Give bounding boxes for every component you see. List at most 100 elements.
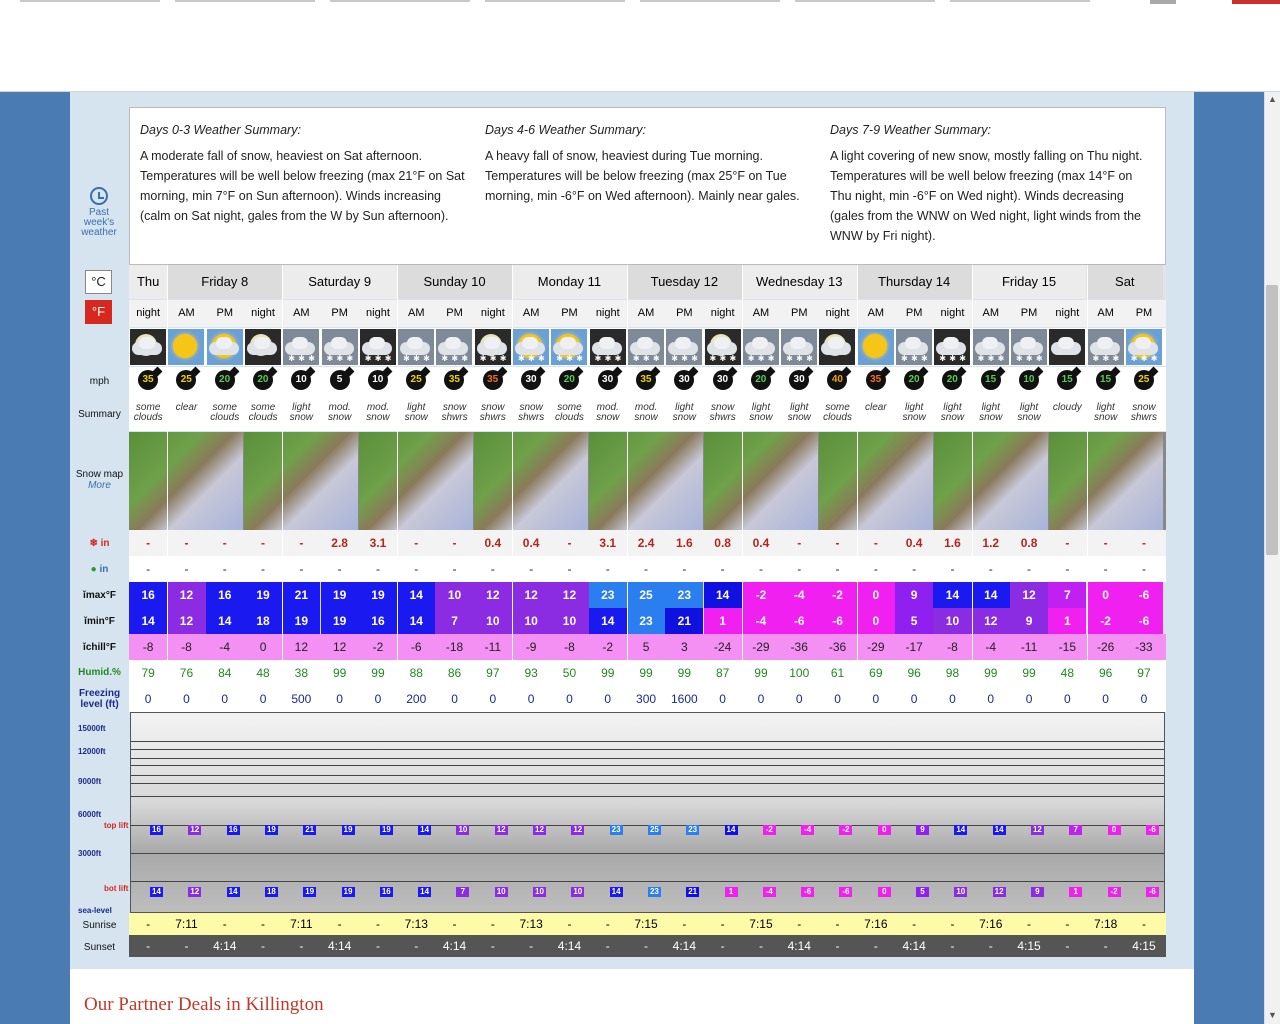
freezing-cell: 0	[1063, 692, 1071, 706]
snowflake-icon: ✱	[1035, 354, 1043, 363]
humidity-cell: 99	[984, 666, 998, 680]
cloud-shape	[828, 337, 845, 349]
snow-cloud-icon: ✱ ✱ ✱	[1010, 328, 1048, 366]
min-temp-cell: 21	[665, 608, 704, 634]
weather-summary-text: light snow	[672, 402, 697, 423]
sunrise-cell: -	[490, 917, 495, 931]
top-tab[interactable]	[950, 0, 1090, 2]
past-weather-link[interactable]: Past week's weather	[76, 187, 122, 238]
top-tab[interactable]	[795, 0, 935, 2]
scrollbar[interactable]	[1264, 92, 1280, 1024]
cloud-shape	[368, 337, 385, 349]
freezing-cell: 0	[1102, 692, 1109, 706]
weather-summary-text: snow shwrs	[1130, 402, 1157, 423]
freezing-cell: 0	[221, 692, 229, 706]
snowflake-icon: ✱	[1015, 354, 1023, 363]
snow-map-image[interactable]	[589, 432, 703, 530]
snowflake-icon: ✱	[642, 354, 650, 363]
weather-summary-text: light snow	[289, 402, 314, 423]
day-header[interactable]: Wednesday 13	[741, 265, 857, 299]
top-lift-temp: 19	[264, 825, 278, 835]
snow-map-image[interactable]	[704, 432, 818, 530]
max-temp-row: 16 12 16 19 21 19 19 14 10 12 12 12 23 25 23 14 -2 -4 -2 0 9…	[129, 582, 1166, 608]
wind-speed: 25	[176, 370, 197, 390]
top-tab[interactable]	[330, 0, 470, 2]
snowflake-icon: ✱	[729, 354, 737, 363]
scrollbar-thumb[interactable]	[1266, 285, 1278, 555]
snow-map-image[interactable]	[244, 432, 358, 530]
snow-map-image[interactable]	[819, 432, 933, 530]
day-header[interactable]: Friday 8	[167, 265, 283, 299]
bottom-lift-temp: -6	[839, 887, 853, 897]
min-temp-cell: 14	[129, 608, 168, 634]
wind-chill-cell: -2	[602, 640, 614, 654]
top-tab[interactable]	[485, 0, 625, 2]
sunrise-cell: 7:15	[634, 917, 658, 931]
min-temp-cell: 12	[167, 608, 206, 634]
cloud-shape	[751, 337, 768, 349]
sun-snow-icon: ✱ ✱ ✱	[512, 328, 550, 366]
snow-map-image[interactable]	[474, 432, 588, 530]
scroll-up-icon[interactable]: ▲	[1268, 94, 1277, 104]
snow-cloud-icon: ✱ ✱ ✱	[742, 328, 780, 366]
sunset-cell: 4:14	[327, 939, 352, 953]
snowflake-icon: ✱	[298, 354, 305, 363]
period-label: AM	[1097, 307, 1114, 319]
day-header[interactable]: Sat	[1086, 265, 1164, 299]
bottom-lift-temp: 14	[150, 887, 163, 897]
period-label: night	[940, 307, 965, 319]
summary-title: Days 0-3 Weather Summary:	[140, 123, 301, 137]
day-header[interactable]: Tuesday 12	[626, 265, 742, 299]
snow-map-image[interactable]	[359, 432, 473, 530]
top-lift-temp: 25	[647, 825, 661, 835]
top-tab[interactable]	[1150, 0, 1176, 4]
top-tab[interactable]	[640, 0, 780, 2]
snowflake-icon: ✱	[652, 354, 660, 363]
day-header[interactable]: Thursday 14	[856, 265, 972, 299]
snowflake-icon: ✱	[604, 354, 612, 363]
humidity-cell: 69	[869, 666, 883, 680]
snow-map-image[interactable]	[1049, 432, 1163, 530]
cloud-shape	[483, 337, 500, 349]
rain-cell: -	[912, 562, 917, 576]
height-label: top lift	[104, 821, 129, 830]
day-header[interactable]: Saturday 9	[282, 265, 398, 299]
rain-cell: -	[835, 562, 840, 576]
day-header[interactable]: Monday 11	[512, 265, 627, 299]
humidity-cell: 99	[1022, 666, 1036, 680]
top-lift-temp: 14	[992, 825, 1006, 835]
day-header[interactable]: Sunday 10	[397, 265, 512, 299]
day-header[interactable]: Thu	[129, 265, 168, 299]
snowflake-icon: ✱	[423, 354, 430, 363]
snow-map-image[interactable]	[129, 432, 243, 530]
weather-summary-text: some clouds	[133, 402, 163, 423]
snowflake-icon: ✱	[413, 354, 420, 363]
freezing-cell: 0	[183, 692, 190, 706]
wind-chill-cell: -9	[525, 640, 537, 654]
freezing-cell: 200	[406, 692, 427, 706]
top-tab[interactable]	[20, 0, 160, 2]
height-label: 9000ft	[78, 777, 102, 786]
snowflake-icon: ✱	[451, 354, 459, 363]
wind-cell: 30	[512, 366, 550, 397]
period-label: AM	[867, 307, 885, 319]
snowflake-icon: ✱	[1112, 354, 1120, 363]
bottom-lift-temp: -4	[762, 887, 776, 897]
sunrise-cell: 7:13	[404, 917, 428, 931]
snow-cell: 3.1	[369, 536, 387, 550]
summary-text: A heavy fall of snow, heaviest during Tu…	[485, 149, 800, 203]
weather-summary-text: mod. snow	[327, 402, 352, 423]
snowmap-more-link[interactable]: More	[72, 480, 127, 491]
max-temp-cell: 23	[665, 582, 704, 608]
scroll-down-icon[interactable]: ▼	[1268, 1010, 1277, 1020]
day-header[interactable]: Friday 15	[971, 265, 1087, 299]
top-tab[interactable]	[175, 0, 315, 2]
snowflake-icon: ✱	[538, 354, 545, 363]
snow-map-image[interactable]	[934, 432, 1048, 530]
top-tab-active[interactable]	[1232, 0, 1280, 4]
rain-cell: -	[452, 562, 457, 576]
celsius-button[interactable]: °C	[85, 270, 112, 294]
fahrenheit-button[interactable]: °F	[85, 300, 112, 324]
snowflake-icon: ✱	[1092, 354, 1100, 363]
humidity-cell: 61	[830, 666, 845, 680]
